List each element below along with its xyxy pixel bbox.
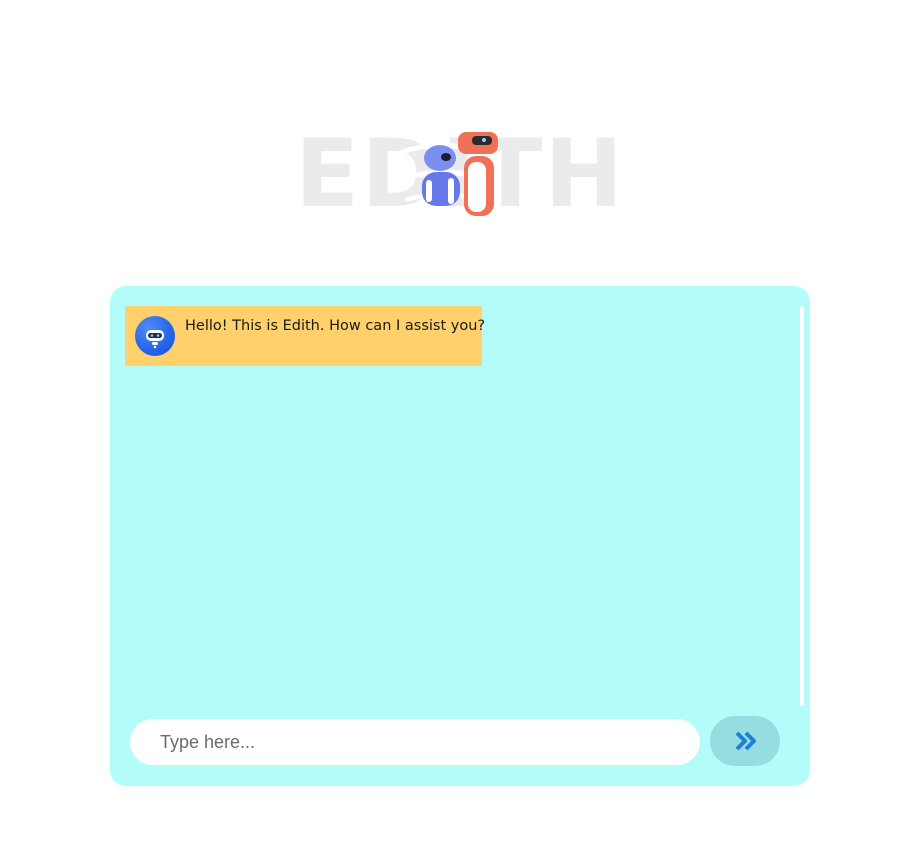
- red-robot-icon: [458, 132, 498, 216]
- send-button[interactable]: [710, 716, 780, 766]
- chat-scrollbar[interactable]: [800, 306, 804, 706]
- edith-logo: EDITH: [295, 120, 623, 230]
- chat-window: Hello! This is Edith. How can I assist y…: [110, 286, 810, 786]
- bot-message: Hello! This is Edith. How can I assist y…: [125, 306, 486, 366]
- double-chevron-right-icon: [735, 731, 756, 751]
- page: EDITH Hello! This is Edith. How can I as…: [0, 0, 909, 842]
- bot-message-text: Hello! This is Edith. How can I assist y…: [185, 318, 486, 334]
- robots-illustration: [394, 132, 498, 216]
- message-input[interactable]: [130, 719, 700, 765]
- robot-icon: [135, 316, 175, 356]
- blue-robot-icon: [422, 145, 460, 206]
